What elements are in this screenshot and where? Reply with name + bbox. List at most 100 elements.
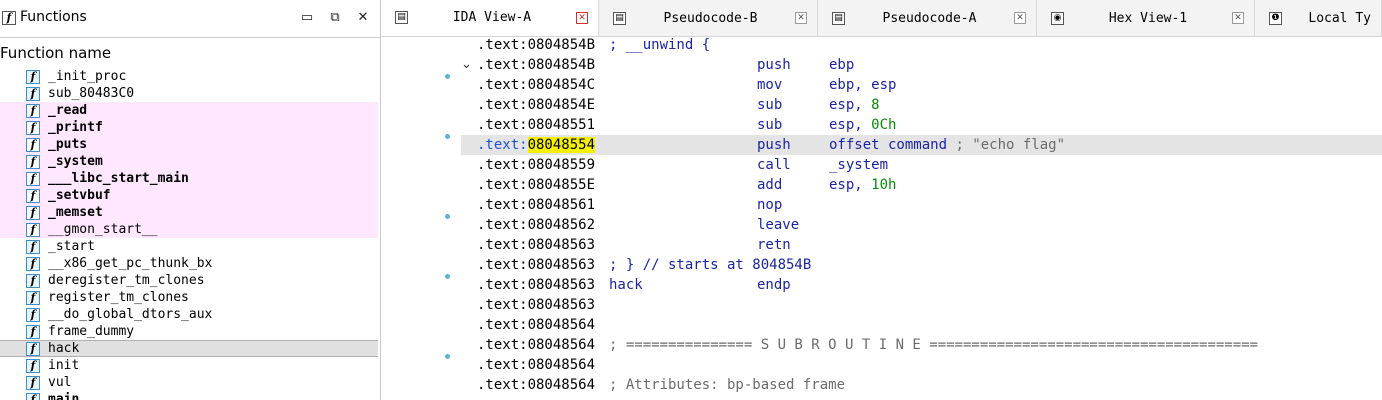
function-list-item[interactable]: f _start <box>0 238 378 255</box>
function-list-item[interactable]: f deregister_tm_clones <box>0 272 378 289</box>
address[interactable]: 0804854B <box>528 57 595 73</box>
tab-label: Local Ty <box>1308 10 1371 26</box>
tab-local-ty[interactable]: ❶ Local Ty <box>1255 0 1382 36</box>
disasm-line[interactable]: .text:08048551 sub esp, 0Ch <box>461 115 1382 135</box>
disasm-line[interactable]: .text:0804854C mov ebp, esp <box>461 75 1382 95</box>
address[interactable]: 08048563 <box>528 257 595 273</box>
address[interactable]: 0804855E <box>528 177 595 193</box>
breakpoint-dot-icon[interactable] <box>445 134 450 139</box>
disasm-line[interactable]: .text:08048564 <box>461 315 1382 335</box>
function-list-item[interactable]: f main <box>0 391 378 400</box>
function-name-label: deregister_tm_clones <box>48 273 205 288</box>
tab-label: Pseudocode-B <box>663 10 758 26</box>
tab-label: Hex View-1 <box>1108 10 1188 26</box>
operand-number: 8 <box>871 97 880 113</box>
breakpoint-dot-icon[interactable] <box>445 214 450 219</box>
tab-close-icon[interactable]: ✕ <box>794 12 807 24</box>
comment: ; } // starts at 804854B <box>609 257 812 273</box>
segment-name: .text: <box>477 117 528 133</box>
operands[interactable]: esp, 8 <box>829 95 880 115</box>
address[interactable]: 08048564 <box>528 357 595 373</box>
function-f-icon: f <box>26 239 40 254</box>
disasm-line[interactable]: .text:08048563 ; } // starts at 804854B <box>461 255 1382 275</box>
operand-text: ebp <box>829 57 855 73</box>
disasm-line[interactable]: .text:08048564 ; Attributes: bp-based fra… <box>461 375 1382 395</box>
disasm-line[interactable]: .text:08048561 nop <box>461 195 1382 215</box>
disasm-line[interactable]: .text:08048563 hack endp <box>461 275 1382 295</box>
disasm-line[interactable]: .text:0804854E sub esp, 8 <box>461 95 1382 115</box>
disasm-line[interactable]: .text:08048563 retn <box>461 235 1382 255</box>
close-icon[interactable]: ✕ <box>356 10 370 25</box>
function-list-item[interactable]: f register_tm_clones <box>0 289 378 306</box>
operands[interactable]: esp, 0Ch <box>829 115 896 135</box>
function-list-item[interactable]: f _memset <box>0 204 378 221</box>
function-list-item[interactable]: f _system <box>0 153 378 170</box>
address[interactable]: 08048562 <box>528 217 595 233</box>
function-list-item[interactable]: f __do_global_dtors_aux <box>0 306 378 323</box>
tab-pseudocode-b[interactable]: ▤ Pseudocode-B ✕ <box>599 0 818 36</box>
breakpoint-dot-icon[interactable] <box>445 354 450 359</box>
function-list-item[interactable]: f __gmon_start__ <box>0 221 378 238</box>
address[interactable]: 08048563 <box>528 237 595 253</box>
function-label[interactable]: hack <box>609 275 643 295</box>
address[interactable]: 0804854C <box>528 77 595 93</box>
disasm-line[interactable]: .text:0804855E add esp, 10h <box>461 175 1382 195</box>
address[interactable]: 08048554 <box>527 137 596 153</box>
tab-pseudocode-a[interactable]: ▤ Pseudocode-A ✕ <box>818 0 1037 36</box>
function-f-icon: f <box>26 120 40 135</box>
float-window-icon[interactable]: ⧉ <box>328 10 342 25</box>
address[interactable]: 08048561 <box>528 197 595 213</box>
function-list-item[interactable]: f init <box>0 357 378 374</box>
ida-view-disassembly[interactable]: .text:0804854B; __unwind {⌄ .text:0804854… <box>381 37 1382 400</box>
operands[interactable]: ebp <box>829 55 854 75</box>
function-list-item[interactable]: f _printf <box>0 119 378 136</box>
disasm-line[interactable]: ⌄ .text:0804854B push ebp <box>461 55 1382 75</box>
operands[interactable]: offset command ; "echo flag" <box>829 135 1065 155</box>
function-list-item[interactable]: f _setvbuf <box>0 187 378 204</box>
disasm-line[interactable]: .text:08048563 <box>461 295 1382 315</box>
function-list-item[interactable]: f ___libc_start_main <box>0 170 378 187</box>
breakpoint-dot-icon[interactable] <box>445 274 450 279</box>
operands[interactable]: _system <box>829 155 888 175</box>
operand-text: ebp, esp <box>829 77 897 93</box>
mnemonic: leave <box>757 217 800 233</box>
function-list-item[interactable]: f _init_proc <box>0 68 378 85</box>
restore-icon[interactable]: ▭ <box>300 10 314 25</box>
operands[interactable]: ebp, esp <box>829 75 896 95</box>
tab-close-icon[interactable]: ✕ <box>1232 12 1244 24</box>
local-types-icon: ❶ <box>1269 11 1282 25</box>
address[interactable]: 08048563 <box>528 297 595 313</box>
tab-ida-view-a[interactable]: ▤ IDA View-A ✕ <box>381 0 599 36</box>
breakpoint-dot-icon[interactable] <box>445 74 450 79</box>
address[interactable]: 08048564 <box>528 317 595 333</box>
function-list-item[interactable]: f _read <box>0 102 378 119</box>
segment-name: .text: <box>477 297 528 313</box>
function-name-label: _read <box>48 103 88 118</box>
address[interactable]: 08048551 <box>528 117 595 133</box>
address[interactable]: 08048564 <box>528 337 595 353</box>
function-name-column-header[interactable]: Function name <box>0 44 111 62</box>
function-list-item[interactable]: f __x86_get_pc_thunk_bx <box>0 255 378 272</box>
function-list-item[interactable]: f _puts <box>0 136 378 153</box>
tab-close-icon[interactable]: ✕ <box>1013 12 1026 24</box>
disasm-line[interactable]: .text:08048559 call _system <box>461 155 1382 175</box>
address[interactable]: 0804854B <box>528 37 595 53</box>
collapse-arrow-icon[interactable]: ⌄ <box>461 55 472 75</box>
address[interactable]: 08048559 <box>528 157 595 173</box>
disasm-line[interactable]: .text:0804854B ; __unwind { <box>461 37 1382 55</box>
operands[interactable]: esp, 10h <box>829 175 896 195</box>
disasm-line[interactable]: .text:08048564 ; =============== S U B R … <box>461 335 1382 355</box>
function-list-item[interactable]: f sub_80483C0 <box>0 85 378 102</box>
function-list-item[interactable]: f hack <box>0 340 378 357</box>
address[interactable]: 08048563 <box>528 277 595 293</box>
disasm-line[interactable]: .text:08048562 leave <box>461 215 1382 235</box>
disasm-line[interactable]: .text:08048554 push offset command ; "echo… <box>461 135 1382 155</box>
tab-hex-view-1[interactable]: ◉ Hex View-1 ✕ <box>1037 0 1255 36</box>
function-list-item[interactable]: f frame_dummy <box>0 323 378 340</box>
tab-close-icon[interactable]: ✕ <box>576 11 588 24</box>
function-name-label: hack <box>48 341 80 356</box>
address[interactable]: 08048564 <box>528 377 595 393</box>
disasm-line[interactable]: .text:08048564 <box>461 355 1382 375</box>
function-list-item[interactable]: f vul <box>0 374 378 391</box>
address[interactable]: 0804854E <box>528 97 595 113</box>
